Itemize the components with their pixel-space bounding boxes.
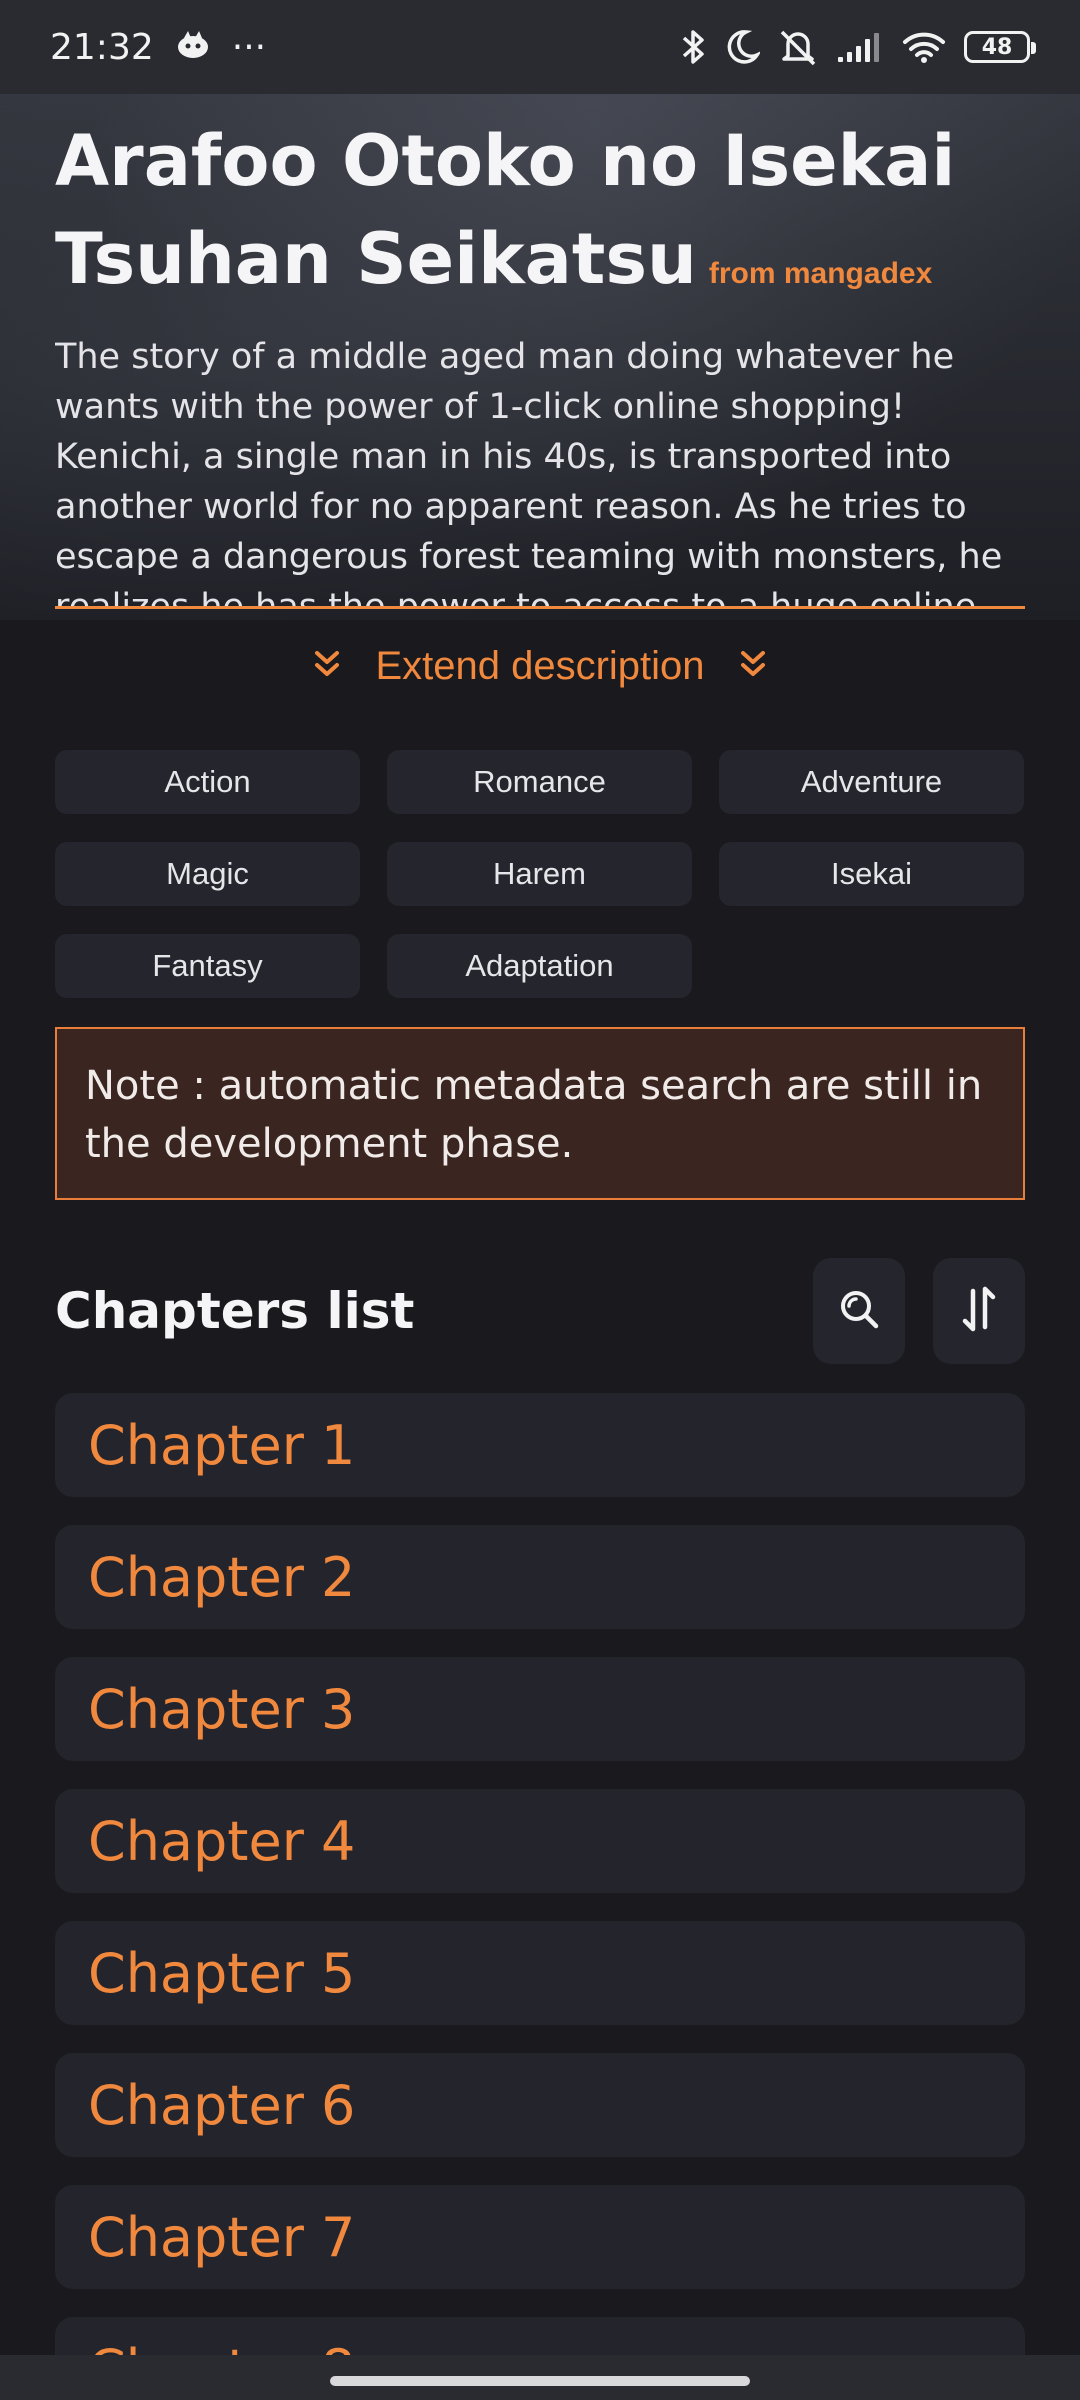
- moon-icon: [726, 29, 760, 65]
- chapters-header: Chapters list: [55, 1258, 1025, 1364]
- tag-chip[interactable]: Fantasy: [55, 934, 360, 998]
- metadata-note: Note : automatic metadata search are sti…: [55, 1027, 1025, 1200]
- tag-chip[interactable]: Harem: [387, 842, 692, 906]
- status-left: 21:32 ···: [50, 27, 266, 68]
- chevrons-down-icon: [739, 644, 767, 689]
- app-root: 21:32 ··· 48 Arafoo Otoko no Isekai Tsuh…: [0, 0, 1080, 2400]
- tag-chip[interactable]: Action: [55, 750, 360, 814]
- description-divider: [55, 606, 1025, 609]
- wifi-icon: [902, 30, 946, 64]
- sort-icon: [959, 1285, 999, 1338]
- extend-description-button[interactable]: Extend description: [0, 636, 1080, 696]
- chapter-item[interactable]: Chapter 6: [55, 2053, 1025, 2157]
- tag-chip[interactable]: Magic: [55, 842, 360, 906]
- chapter-list: Chapter 1 Chapter 2 Chapter 3 Chapter 4 …: [55, 1393, 1025, 2400]
- extend-description-label: Extend description: [375, 643, 705, 688]
- more-dots: ···: [231, 26, 267, 68]
- tag-chip[interactable]: Adaptation: [387, 934, 692, 998]
- source-label[interactable]: from mangadex: [709, 257, 932, 290]
- bluetooth-icon: [678, 28, 708, 66]
- chapters-actions: [813, 1258, 1025, 1364]
- tag-chip[interactable]: Romance: [387, 750, 692, 814]
- cat-icon: [176, 27, 210, 68]
- chevrons-down-icon: [313, 644, 341, 689]
- status-time: 21:32: [50, 26, 154, 68]
- chapter-item[interactable]: Chapter 4: [55, 1789, 1025, 1893]
- chapter-item[interactable]: Chapter 2: [55, 1525, 1025, 1629]
- genre-tags: Action Romance Adventure Magic Harem Ise…: [55, 750, 1025, 998]
- mute-icon: [778, 28, 818, 66]
- chapter-item[interactable]: Chapter 7: [55, 2185, 1025, 2289]
- chapter-item[interactable]: Chapter 5: [55, 1921, 1025, 2025]
- home-gesture-handle[interactable]: [330, 2376, 750, 2386]
- chapters-title: Chapters list: [55, 1282, 415, 1340]
- tag-chip[interactable]: Adventure: [719, 750, 1024, 814]
- status-bar: 21:32 ··· 48: [0, 0, 1080, 94]
- sort-chapters-button[interactable]: [933, 1258, 1025, 1364]
- search-icon: [837, 1287, 881, 1336]
- chapter-item[interactable]: Chapter 1: [55, 1393, 1025, 1497]
- manga-description: The story of a middle aged man doing wha…: [55, 337, 1003, 608]
- manga-title: Arafoo Otoko no Isekai Tsuhan Seikatsu fr…: [55, 112, 1035, 323]
- signal-icon: [836, 31, 884, 63]
- tag-chip[interactable]: Isekai: [719, 842, 1024, 906]
- manga-title-block: Arafoo Otoko no Isekai Tsuhan Seikatsu fr…: [55, 112, 1035, 323]
- chapter-item[interactable]: Chapter 3: [55, 1657, 1025, 1761]
- search-chapters-button[interactable]: [813, 1258, 905, 1364]
- battery-icon: 48: [964, 31, 1036, 63]
- status-right: 48: [678, 28, 1036, 66]
